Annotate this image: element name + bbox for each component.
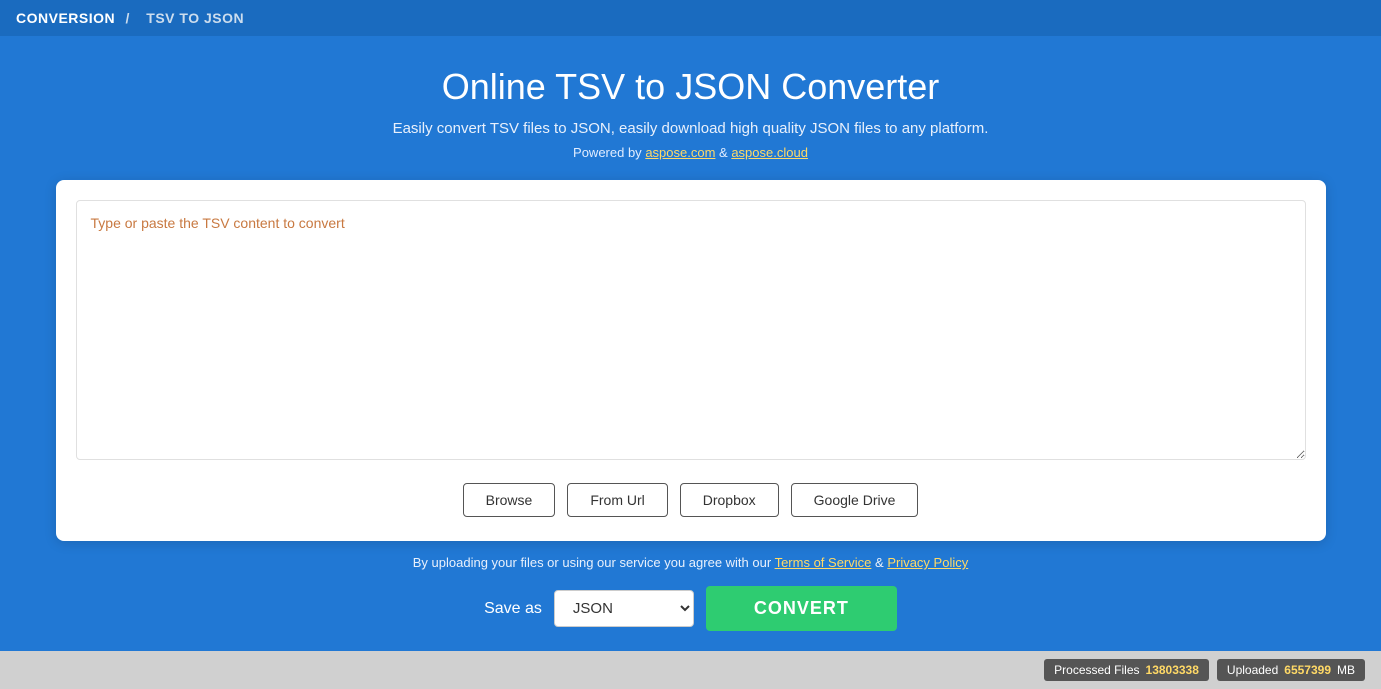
powered-by-prefix: Powered by (573, 145, 642, 160)
google-drive-button[interactable]: Google Drive (791, 483, 919, 517)
save-as-label: Save as (484, 600, 542, 618)
powered-by-between: & (719, 145, 731, 160)
subtitle: Easily convert TSV files to JSON, easily… (393, 120, 989, 137)
converter-card: Browse From Url Dropbox Google Drive (56, 180, 1326, 541)
uploaded-label: Uploaded (1227, 663, 1278, 677)
aspose-cloud-link[interactable]: aspose.cloud (731, 145, 808, 160)
upload-button-row: Browse From Url Dropbox Google Drive (76, 483, 1306, 517)
breadcrumb: CONVERSION / TSV TO JSON (16, 10, 250, 26)
uploaded-count: 6557399 (1284, 663, 1331, 677)
top-bar: CONVERSION / TSV TO JSON (0, 0, 1381, 36)
terms-of-service-link[interactable]: Terms of Service (775, 555, 872, 570)
powered-by: Powered by aspose.com & aspose.cloud (573, 145, 808, 160)
aspose-com-link[interactable]: aspose.com (645, 145, 715, 160)
format-select[interactable]: JSON (554, 590, 694, 627)
tsv-input[interactable] (76, 200, 1306, 460)
uploaded-badge: Uploaded 6557399 MB (1217, 659, 1365, 681)
browse-button[interactable]: Browse (463, 483, 556, 517)
save-as-row: Save as JSON CONVERT (484, 586, 897, 631)
terms-between: & (875, 555, 887, 570)
processed-files-label: Processed Files (1054, 663, 1139, 677)
breadcrumb-current: TSV TO JSON (146, 10, 244, 26)
uploaded-unit: MB (1337, 663, 1355, 677)
breadcrumb-conversion-link[interactable]: CONVERSION (16, 10, 115, 26)
page-title: Online TSV to JSON Converter (442, 66, 940, 108)
privacy-policy-link[interactable]: Privacy Policy (887, 555, 968, 570)
dropbox-button[interactable]: Dropbox (680, 483, 779, 517)
processed-files-badge: Processed Files 13803338 (1044, 659, 1209, 681)
processed-files-count: 13803338 (1146, 663, 1199, 677)
terms-row: By uploading your files or using our ser… (413, 555, 968, 570)
breadcrumb-separator: / (126, 10, 130, 26)
terms-prefix: By uploading your files or using our ser… (413, 555, 771, 570)
main-content: Online TSV to JSON Converter Easily conv… (0, 36, 1381, 651)
convert-button[interactable]: CONVERT (706, 586, 897, 631)
footer: Processed Files 13803338 Uploaded 655739… (0, 651, 1381, 689)
from-url-button[interactable]: From Url (567, 483, 667, 517)
